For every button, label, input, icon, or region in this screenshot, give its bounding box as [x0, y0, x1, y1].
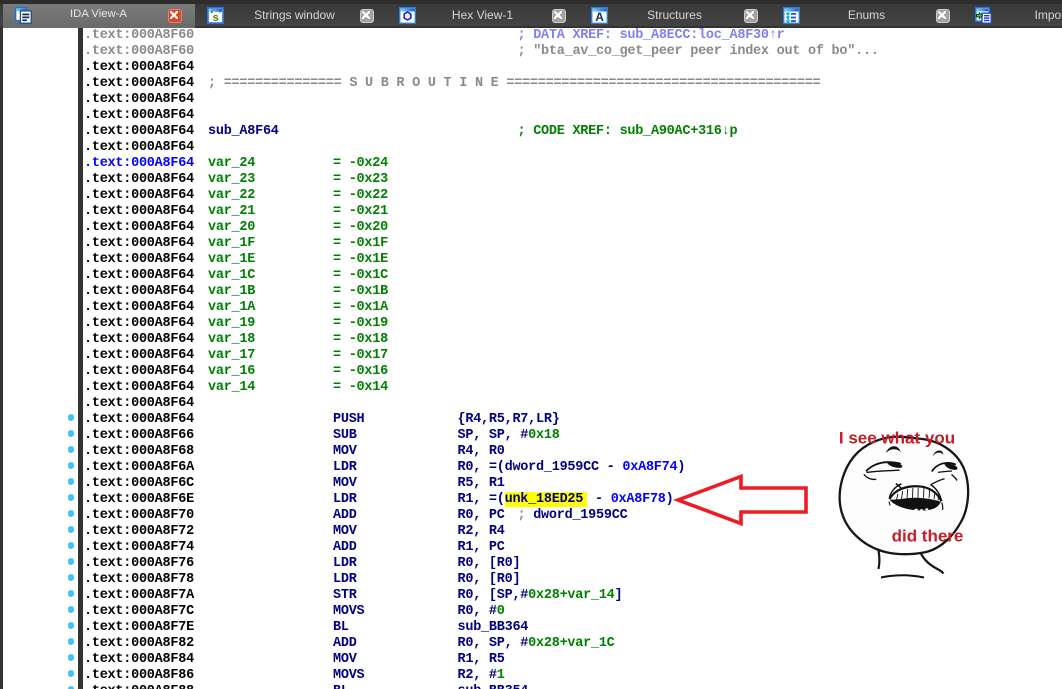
- svg-text:did there: did there: [892, 527, 964, 546]
- svg-text:I see what you: I see what you: [839, 429, 955, 448]
